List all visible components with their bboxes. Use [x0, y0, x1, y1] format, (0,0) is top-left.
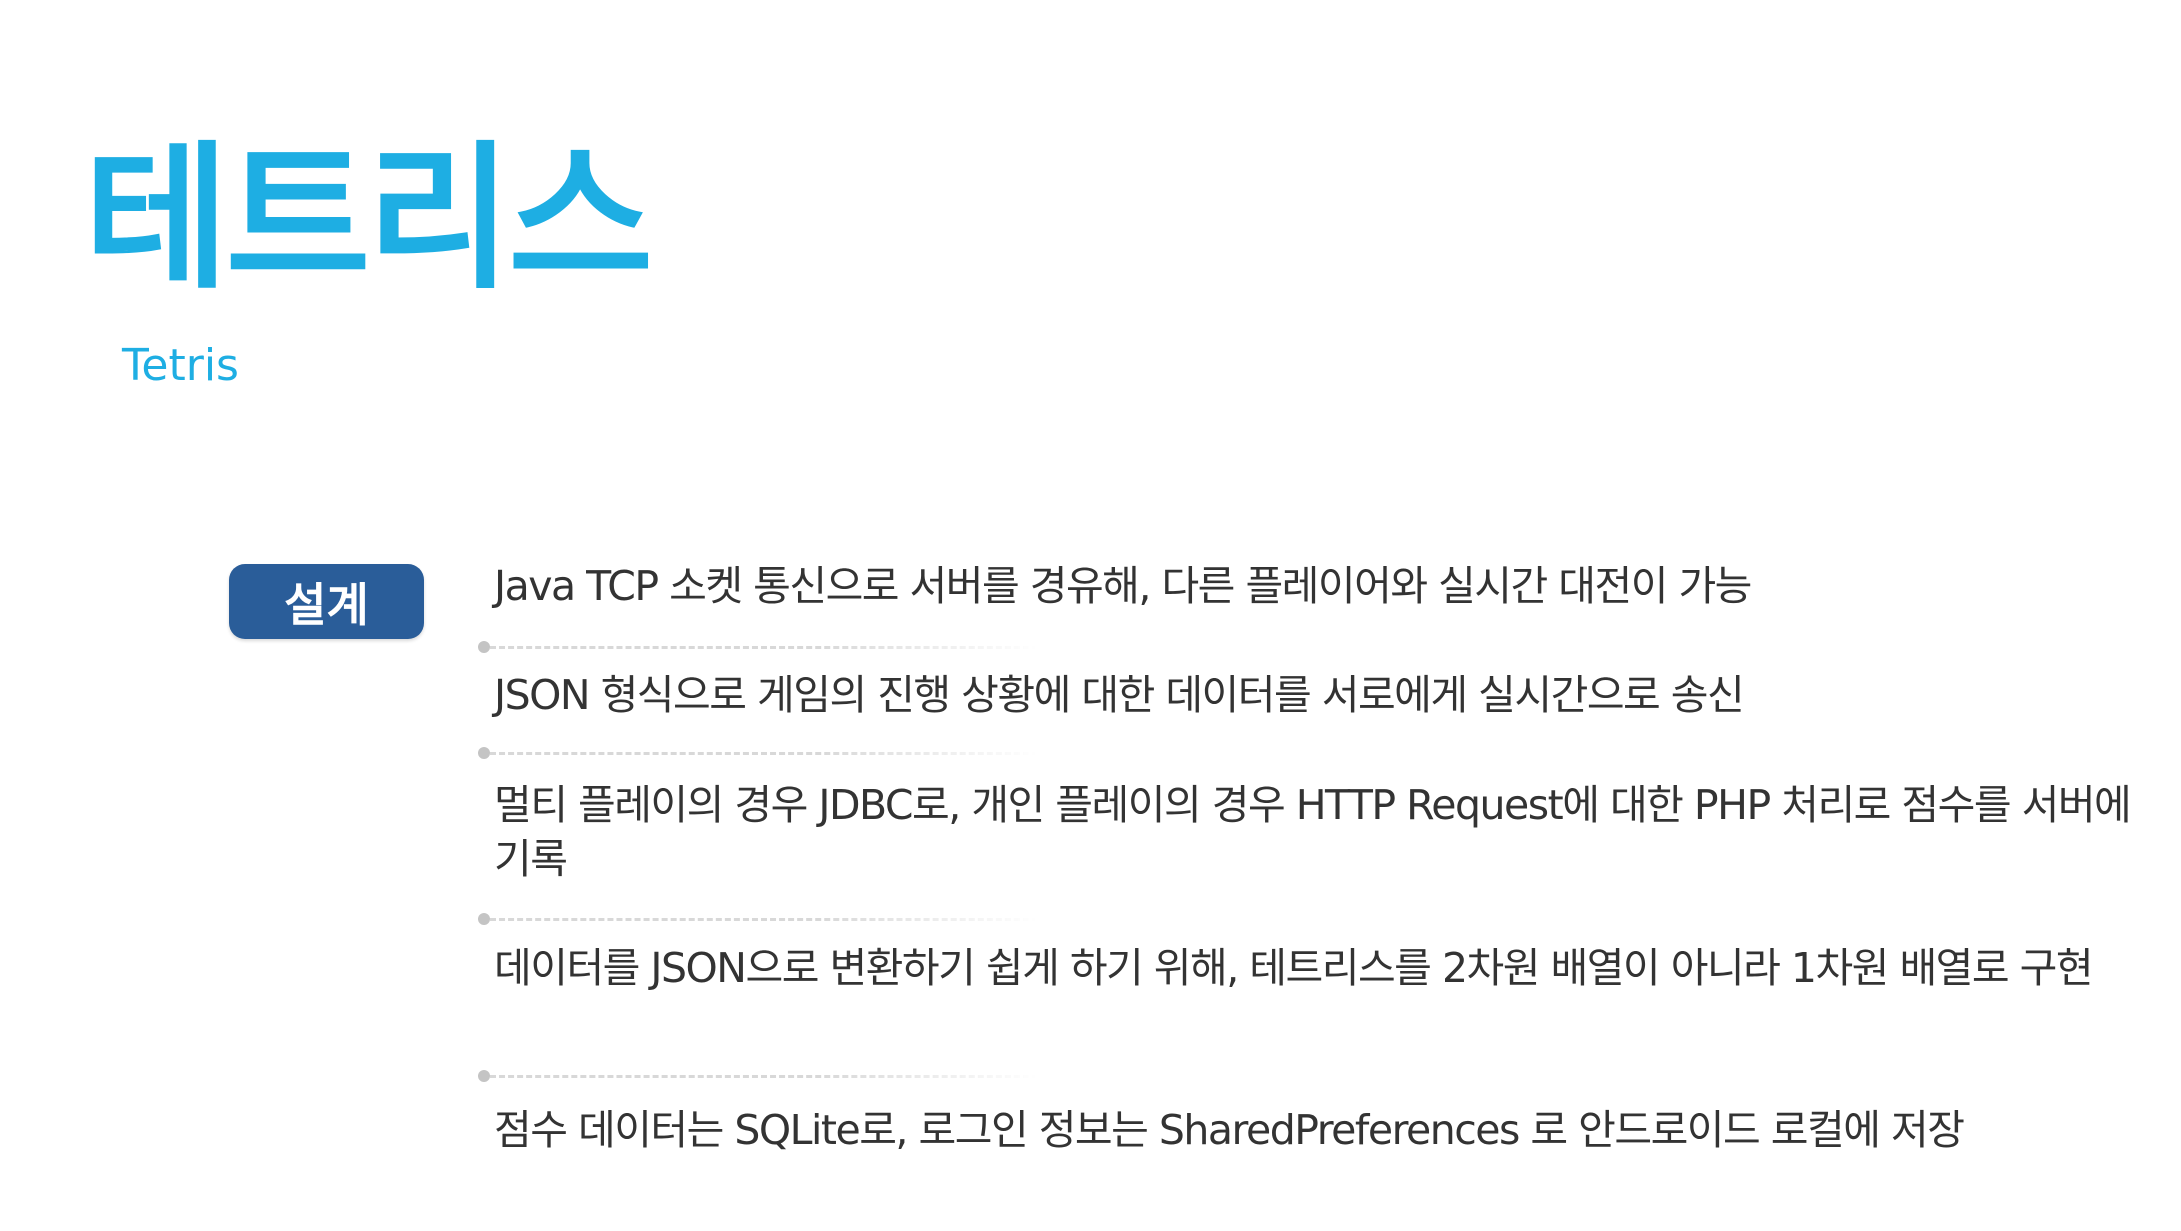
item-divider [478, 913, 1038, 925]
divider-line [490, 918, 1038, 921]
divider-line [490, 752, 1038, 755]
divider-line [490, 1075, 1038, 1078]
item-list: Java TCP 소켓 통신으로 서버를 경유해, 다른 플레이어와 실시간 대… [0, 0, 2181, 1231]
divider-dot [478, 1070, 490, 1082]
divider-line [490, 646, 1038, 649]
list-item: JSON 형식으로 게임의 진행 상황에 대한 데이터를 서로에게 실시간으로 … [494, 671, 1745, 719]
list-item: 데이터를 JSON으로 변환하기 쉽게 하기 위해, 테트리스를 2차원 배열이… [494, 944, 2094, 992]
list-item: 멀티 플레이의 경우 JDBC로, 개인 플레이의 경우 HTTP Reques… [494, 781, 2132, 883]
divider-dot [478, 913, 490, 925]
list-item: Java TCP 소켓 통신으로 서버를 경유해, 다른 플레이어와 실시간 대… [494, 562, 1752, 610]
item-divider [478, 1070, 1038, 1082]
item-divider [478, 641, 1038, 653]
item-divider [478, 747, 1038, 759]
divider-dot [478, 747, 490, 759]
list-item: 점수 데이터는 SQLite로, 로그인 정보는 SharedPreferenc… [494, 1106, 1965, 1154]
divider-dot [478, 641, 490, 653]
